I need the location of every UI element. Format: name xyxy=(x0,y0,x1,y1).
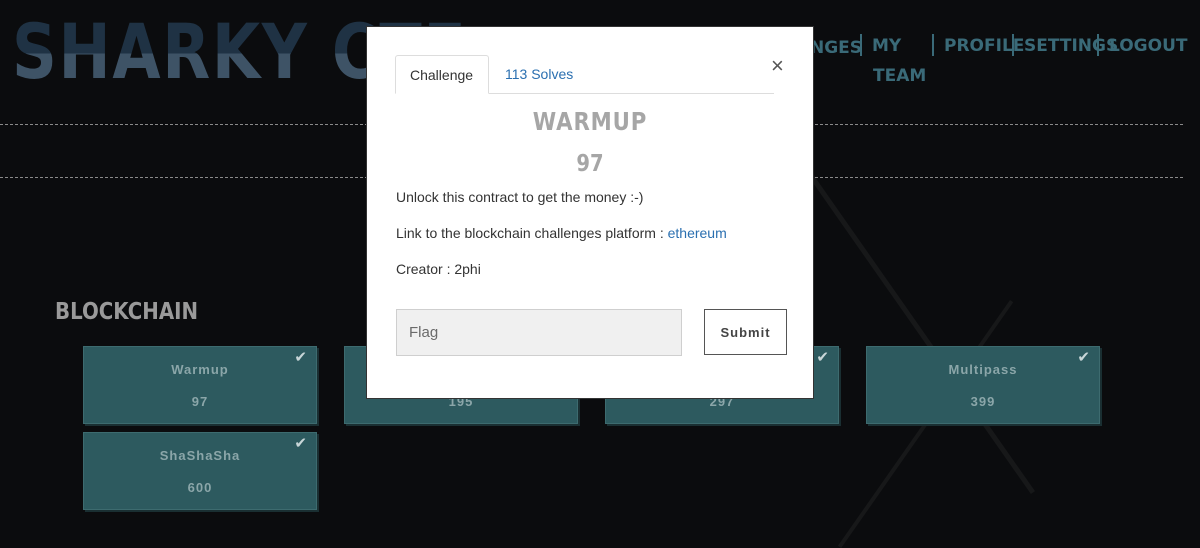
nav-my-team-line2[interactable]: TEAM xyxy=(873,62,926,90)
challenge-modal: Challenge 113 Solves × WARMUP 97 Unlock … xyxy=(366,26,814,399)
modal-tabs: Challenge 113 Solves xyxy=(395,55,774,94)
nav-profile[interactable]: PROFILE xyxy=(932,34,1024,56)
nav-logout-label: LOGOUT xyxy=(1109,36,1188,56)
ethereum-link[interactable]: ethereum xyxy=(668,225,727,241)
nav-challenges[interactable]: NGES xyxy=(810,34,862,62)
challenge-description: Unlock this contract to get the money :-… xyxy=(396,189,644,205)
nav-my-team[interactable]: MY xyxy=(860,34,901,56)
category-title: BLOCKCHAIN xyxy=(55,299,199,325)
challenge-card-name: Multipass xyxy=(948,362,1018,377)
tab-challenge[interactable]: Challenge xyxy=(395,55,489,94)
nav-my-team-line1: MY xyxy=(872,36,902,56)
challenge-link-prefix: Link to the blockchain challenges platfo… xyxy=(396,225,668,241)
challenge-card-points: 600 xyxy=(187,480,213,495)
challenge-card-name: Warmup xyxy=(171,362,229,377)
challenge-card-name: ShaShaSha xyxy=(159,448,241,463)
tab-solves[interactable]: 113 Solves xyxy=(491,55,587,92)
challenge-card-warmup[interactable]: ✔ Warmup 97 xyxy=(83,346,317,424)
challenge-card-multipass[interactable]: ✔ Multipass 399 xyxy=(866,346,1100,424)
close-icon[interactable]: × xyxy=(771,55,784,77)
challenge-title: WARMUP xyxy=(532,107,648,136)
challenge-creator: Creator : 2phi xyxy=(396,261,481,277)
challenge-card-points: 399 xyxy=(970,394,996,409)
challenge-card-shashasha[interactable]: ✔ ShaShaSha 600 xyxy=(83,432,317,510)
top-navigation: NGES MY TEAM PROFILE SETTINGS LOGOUT xyxy=(810,34,1200,94)
check-icon: ✔ xyxy=(816,349,829,366)
submit-button[interactable]: Submit xyxy=(704,309,787,355)
challenge-card-points: 97 xyxy=(191,394,209,409)
challenge-link-line: Link to the blockchain challenges platfo… xyxy=(396,225,727,241)
nav-logout[interactable]: LOGOUT xyxy=(1097,34,1187,56)
challenge-points: 97 xyxy=(576,151,604,177)
flag-input[interactable] xyxy=(396,309,682,356)
